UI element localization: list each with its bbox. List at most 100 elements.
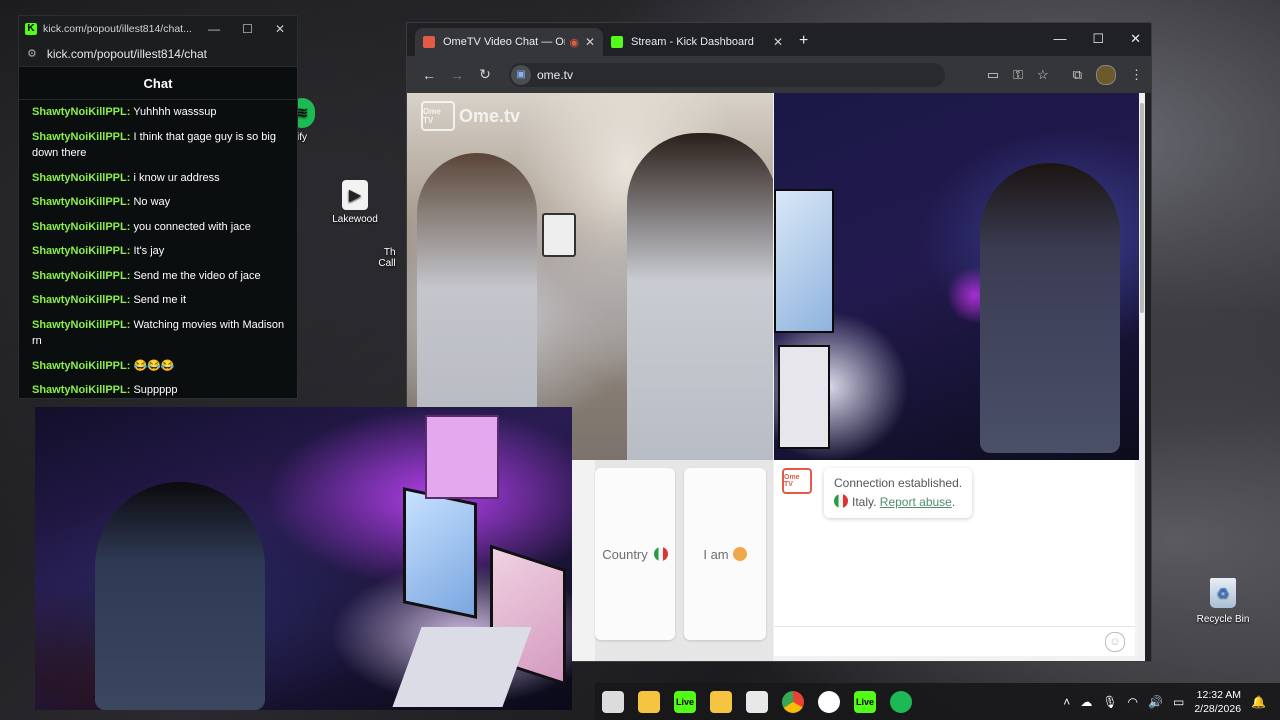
minimize-icon[interactable]: — [208, 22, 220, 36]
chat-text: 😂😂😂 [130, 359, 175, 372]
desktop-icon-partial[interactable]: Th Call [370, 180, 404, 269]
key-icon[interactable]: ⚿ [1013, 67, 1023, 83]
report-abuse-link[interactable]: Report abuse [880, 495, 952, 509]
maximize-icon[interactable]: ☐ [242, 22, 253, 36]
recycle-bin[interactable]: ♻ Recycle Bin [1194, 578, 1252, 625]
page-scrollbar[interactable] [1139, 93, 1145, 661]
tab-close-icon[interactable]: ✕ [773, 35, 783, 49]
chat-username[interactable]: ShawtyNoiKillPPL: [32, 245, 130, 257]
chat-message: ShawtyNoiKillPPL: Send me it [32, 292, 285, 309]
file-icon [374, 202, 400, 232]
address-text: ome.tv [537, 67, 574, 82]
chat-username[interactable]: ShawtyNoiKillPPL: [32, 384, 130, 396]
chat-message: ShawtyNoiKillPPL: Yuhhhh wasssup [32, 104, 285, 121]
italy-flag-icon [653, 547, 668, 561]
chat-username[interactable]: ShawtyNoiKillPPL: [32, 106, 130, 118]
volume-icon[interactable]: 🔊 [1148, 695, 1163, 709]
chevron-up-icon[interactable]: ˄ [1063, 695, 1070, 709]
poster [425, 415, 499, 499]
iam-label: I am [703, 546, 729, 562]
chat-username[interactable]: ShawtyNoiKillPPL: [32, 360, 130, 372]
chat-username[interactable]: ShawtyNoiKillPPL: [32, 196, 130, 208]
battery-icon[interactable]: ▭ [1173, 695, 1184, 709]
chat-username[interactable]: ShawtyNoiKillPPL: [32, 270, 130, 282]
message-input[interactable] [790, 633, 1105, 650]
reload-icon[interactable]: ↻ [471, 66, 499, 83]
bookmark-star-icon[interactable]: ☆ [1037, 67, 1049, 83]
wifi-icon[interactable]: ◠ [1128, 695, 1138, 709]
menu-dots-icon[interactable]: ⋮ [1130, 67, 1143, 83]
chat-username[interactable]: ShawtyNoiKillPPL: [32, 319, 130, 331]
tab-kick-dashboard[interactable]: Stream - Kick Dashboard ✕ [603, 28, 791, 56]
italy-flag-icon [834, 494, 848, 508]
ometv-tv-icon: Ome TV [782, 468, 812, 494]
emoji-picker-icon[interactable]: ☺ [1105, 631, 1125, 652]
chat-message: ShawtyNoiKillPPL: Send me the video of j… [32, 268, 285, 285]
tab-close-icon[interactable]: ✕ [585, 35, 595, 49]
microphone-icon[interactable]: 🎙 [1102, 695, 1117, 709]
chat-text: Send me it [130, 294, 187, 306]
gender-filter-button[interactable]: I am [684, 468, 766, 640]
chat-username[interactable]: ShawtyNoiKillPPL: [32, 172, 130, 184]
ometv-logo-icon: Ome TV [421, 101, 455, 131]
chat-username[interactable]: ShawtyNoiKillPPL: [32, 131, 130, 143]
close-icon[interactable]: ✕ [275, 22, 285, 36]
country-filter-button[interactable]: Country [595, 468, 675, 640]
clock-time: 12:32 AM [1196, 688, 1242, 701]
address-bar[interactable]: ⚙ kick.com/popout/illest814/chat [19, 41, 297, 67]
cloud-icon[interactable]: ☁ [1080, 695, 1092, 709]
kick-live-icon[interactable]: Live [674, 690, 696, 713]
partner-person-right [627, 133, 773, 460]
streamer-person [980, 163, 1120, 453]
minimize-icon[interactable]: — [1053, 31, 1066, 47]
chat-message: ShawtyNoiKillPPL: you connected with jac… [32, 219, 285, 236]
chat-username[interactable]: ShawtyNoiKillPPL: [32, 294, 130, 306]
address-text: kick.com/popout/illest814/chat [46, 46, 207, 61]
recycle-bin-icon: ♻ [1210, 578, 1236, 608]
system-message-bubble: Connection established. Italy. Report ab… [824, 468, 973, 518]
camera-permission-icon[interactable]: ▣ [511, 64, 531, 85]
recording-icon: ◉ [569, 36, 579, 49]
chat-message: ShawtyNoiKillPPL: Suppppp [32, 382, 285, 398]
profile-avatar[interactable] [1096, 64, 1116, 85]
partner-country: Italy. [852, 495, 877, 509]
streamer-person [95, 482, 265, 710]
punctuation: . [951, 495, 956, 509]
site-settings-icon[interactable]: ⚙ [27, 47, 37, 60]
system-tray: ˄ ☁ 🎙 ◠ 🔊 ▭ 12:32 AM 2/28/2026 🔔 [1063, 688, 1280, 716]
window-title: kick.com/popout/illest814/chat... [43, 22, 192, 35]
close-icon[interactable]: ✕ [1130, 31, 1141, 47]
chat-text: It's jay [130, 245, 165, 257]
notes-app-icon[interactable] [710, 690, 732, 713]
chat-text: Yuhhhh wasssup [130, 106, 217, 118]
chrome-icon[interactable] [782, 690, 804, 713]
chat-message: ShawtyNoiKillPPL: No way [32, 194, 285, 211]
tab-label: Stream - Kick Dashboard [631, 36, 754, 48]
streamer-camera-overlay [35, 407, 572, 710]
obs-icon[interactable] [818, 690, 840, 713]
chat-text: Send me the video of jace [130, 269, 261, 282]
kick-live-icon[interactable]: Live [854, 690, 876, 713]
chat-message: ShawtyNoiKillPPL: Watching movies with M… [32, 317, 285, 350]
scrollbar-thumb[interactable] [1140, 103, 1144, 313]
chat-message-list: ShawtyNoiKillPPL: Yuhhhh wasssup ShawtyN… [19, 100, 297, 398]
maximize-icon[interactable]: ☐ [1092, 31, 1104, 47]
tab-ometv[interactable]: OmeTV Video Chat — Ome ◉ ✕ [415, 28, 603, 56]
spotify-icon[interactable] [890, 690, 912, 713]
partner-country-line: Italy. Report abuse. [834, 493, 962, 512]
clock[interactable]: 12:32 AM 2/28/2026 [1194, 688, 1241, 716]
side-panel-icon[interactable]: ⧉ [1073, 67, 1082, 83]
address-bar[interactable]: ▣ ome.tv [509, 62, 945, 87]
kick-logo-icon: K [25, 22, 37, 35]
chat-message: ShawtyNoiKillPPL: 😂😂😂 [32, 358, 285, 375]
taskview-icon[interactable] [602, 690, 624, 713]
capture-app-icon[interactable] [746, 690, 768, 713]
chat-username[interactable]: ShawtyNoiKillPPL: [32, 221, 130, 233]
back-arrow-icon[interactable]: ← [415, 67, 443, 83]
chat-text: Suppppp [130, 384, 178, 396]
forward-arrow-icon[interactable]: → [443, 67, 471, 83]
notification-icon[interactable]: 🔔 [1251, 695, 1266, 709]
file-explorer-icon[interactable] [638, 690, 660, 713]
cast-icon[interactable]: ▭ [987, 67, 999, 83]
new-tab-button[interactable]: + [791, 32, 818, 56]
